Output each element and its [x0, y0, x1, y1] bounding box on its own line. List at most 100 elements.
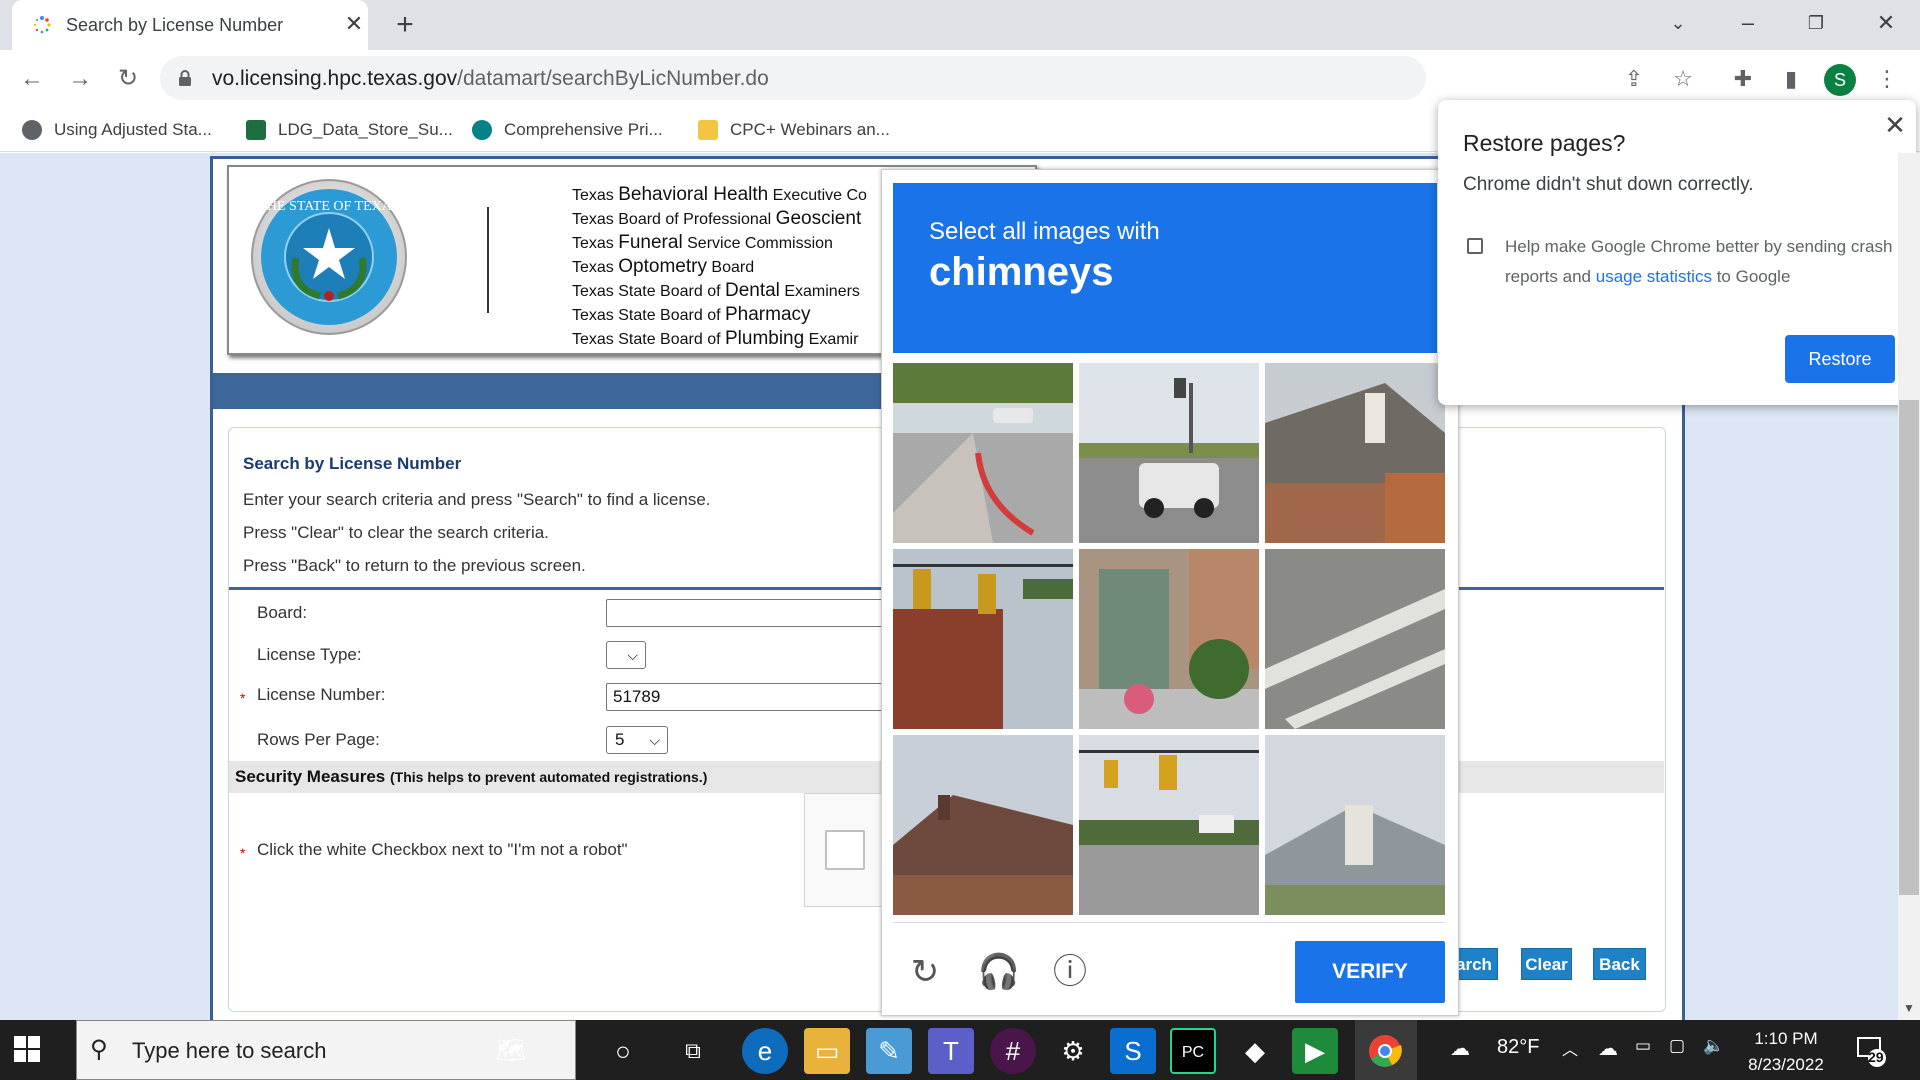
tab-close-icon[interactable]: ✕ [342, 11, 366, 37]
captcha-tile[interactable] [893, 363, 1073, 543]
settings-gear-icon[interactable]: ⚙ [1050, 1028, 1096, 1074]
bookmark-item[interactable]: Using Adjusted Sta... [22, 118, 212, 142]
agency-list: Texas Behavioral Health Executive Co Texa… [572, 183, 887, 351]
temperature-readout[interactable]: 82°F [1497, 1036, 1539, 1059]
windows-start-icon[interactable] [14, 1036, 40, 1062]
task-view-icon[interactable]: ⧉ [670, 1028, 716, 1074]
back-button[interactable]: Back [1593, 948, 1646, 980]
close-window-icon[interactable]: ✕ [1866, 8, 1906, 38]
volume-icon[interactable]: 🔈 [1703, 1036, 1724, 1056]
captcha-tile[interactable] [893, 735, 1073, 915]
restore-window-icon[interactable]: ❐ [1796, 8, 1836, 38]
usage-statistics-link[interactable]: usage statistics [1596, 267, 1712, 286]
snip-tool-icon[interactable]: ◆ [1232, 1028, 1278, 1074]
sharepoint-icon [472, 120, 492, 140]
required-marker: * [240, 690, 246, 706]
header-divider [487, 207, 489, 313]
cortana-icon[interactable]: ○ [600, 1028, 646, 1074]
battery-icon[interactable]: ▭ [1635, 1036, 1651, 1056]
audio-challenge-icon[interactable]: 🎧 [977, 950, 1021, 994]
verify-button[interactable]: VERIFY [1295, 941, 1445, 1003]
network-icon[interactable]: ▢ [1669, 1036, 1685, 1056]
info-icon[interactable]: ⓘ [1048, 950, 1092, 994]
menu-kebab-icon[interactable]: ⋮ [1870, 62, 1904, 96]
scroll-down-icon[interactable]: ▼ [1898, 998, 1920, 1018]
captcha-tile[interactable] [1079, 363, 1259, 543]
license-type-label: License Type: [257, 645, 362, 664]
tab-search-chevron-icon[interactable]: ⌄ [1658, 8, 1698, 38]
restore-message: Chrome didn't shut down correctly. [1463, 174, 1754, 195]
folder-icon [698, 120, 718, 140]
captcha-tile[interactable] [1265, 363, 1445, 543]
lock-icon [179, 70, 191, 86]
clock-date: 8/23/2022 [1748, 1055, 1824, 1074]
svg-text:THE STATE OF TEXAS: THE STATE OF TEXAS [258, 199, 399, 214]
license-number-input[interactable]: 51789 [606, 683, 906, 711]
weather-highlight-icon[interactable]: 🗺 [488, 1028, 534, 1074]
file-explorer-icon[interactable]: ▭ [804, 1028, 850, 1074]
recaptcha-checkbox[interactable] [825, 830, 865, 870]
reload-icon[interactable]: ↻ [110, 62, 146, 96]
agency-name: Texas Optometry Board [572, 256, 755, 277]
clear-button[interactable]: Clear [1521, 948, 1572, 980]
media-player-icon[interactable]: ▶ [1292, 1028, 1338, 1074]
address-bar[interactable]: vo.licensing.hpc.texas.gov/datamart/sear… [160, 56, 1426, 100]
scrollbar-thumb[interactable] [1899, 400, 1919, 895]
agency-name: Texas Board of Professional Geoscient [572, 208, 862, 229]
captcha-tile[interactable] [1079, 735, 1259, 915]
pycharm-icon[interactable]: PC [1170, 1028, 1216, 1074]
agency-name: Texas Behavioral Health Executive Co [572, 184, 867, 205]
instruction-search: Enter your search criteria and press "Se… [243, 490, 711, 509]
license-type-select[interactable]: ⌵ [606, 641, 646, 669]
crash-report-checkbox[interactable] [1467, 238, 1483, 254]
share-icon[interactable]: ⇪ [1617, 62, 1651, 96]
forward-arrow-icon[interactable]: → [62, 62, 98, 96]
close-icon[interactable]: ✕ [1880, 110, 1910, 140]
texas-seal-logo: THE STATE OF TEXAS [251, 179, 407, 335]
teams-icon[interactable]: T [928, 1028, 974, 1074]
agency-name: Texas State Board of Pharmacy [572, 304, 811, 325]
weather-cloud-icon[interactable]: ☁ [1450, 1036, 1470, 1061]
restore-button[interactable]: Restore [1785, 335, 1895, 383]
captcha-tile[interactable] [1079, 549, 1259, 729]
browser-tab[interactable]: Search by License Number ✕ [12, 0, 368, 50]
side-panel-icon[interactable]: ▮ [1774, 62, 1808, 96]
robot-instruction: Click the white Checkbox next to "I'm no… [257, 840, 628, 859]
onedrive-icon[interactable]: ☁ [1598, 1036, 1618, 1061]
sharefile-icon[interactable]: S [1110, 1028, 1156, 1074]
agency-name: Texas State Board of Plumbing Examir [572, 328, 859, 349]
bookmark-star-icon[interactable]: ☆ [1666, 62, 1700, 96]
crash-report-text: Help make Google Chrome better by sendin… [1505, 237, 1893, 286]
slack-icon[interactable]: # [990, 1028, 1036, 1074]
captcha-tile[interactable] [893, 549, 1073, 729]
minimize-icon[interactable]: – [1728, 8, 1768, 38]
back-arrow-icon[interactable]: ← [14, 62, 50, 96]
form-title: Search by License Number [243, 454, 462, 473]
captcha-tile[interactable] [1265, 735, 1445, 915]
instruction-clear: Press "Clear" to clear the search criter… [243, 523, 549, 542]
profile-avatar[interactable]: S [1824, 64, 1856, 96]
agency-name: Texas State Board of Dental Examiners [572, 280, 860, 301]
captcha-separator [893, 922, 1445, 923]
tab-title: Search by License Number [66, 15, 284, 35]
reload-challenge-icon[interactable]: ↻ [903, 950, 947, 994]
notes-app-icon[interactable]: ✎ [866, 1028, 912, 1074]
system-clock[interactable]: 1:10 PM 8/23/2022 [1730, 1026, 1842, 1078]
notification-count: 29 [1868, 1049, 1884, 1065]
chevron-down-icon: ⌵ [649, 732, 660, 748]
bookmark-item[interactable]: Comprehensive Pri... [472, 118, 663, 142]
chrome-icon[interactable] [1362, 1028, 1408, 1074]
instruction-back: Press "Back" to return to the previous s… [243, 556, 586, 575]
tray-chevron-up-icon[interactable]: ︿ [1562, 1036, 1578, 1060]
bookmark-item[interactable]: LDG_Data_Store_Su... [246, 118, 453, 142]
board-select[interactable] [606, 599, 906, 627]
edge-icon[interactable]: e [742, 1028, 788, 1074]
restore-title: Restore pages? [1463, 130, 1626, 156]
bookmark-item[interactable]: CPC+ Webinars an... [698, 118, 890, 142]
rows-per-page-select[interactable]: 5 ⌵ [606, 726, 668, 754]
notification-center-icon[interactable]: 29 [1855, 1034, 1889, 1068]
extensions-icon[interactable]: ✚ [1726, 62, 1760, 96]
search-icon: ⚲ [90, 1036, 108, 1063]
captcha-tile[interactable] [1265, 549, 1445, 729]
new-tab-button[interactable]: + [390, 8, 420, 42]
